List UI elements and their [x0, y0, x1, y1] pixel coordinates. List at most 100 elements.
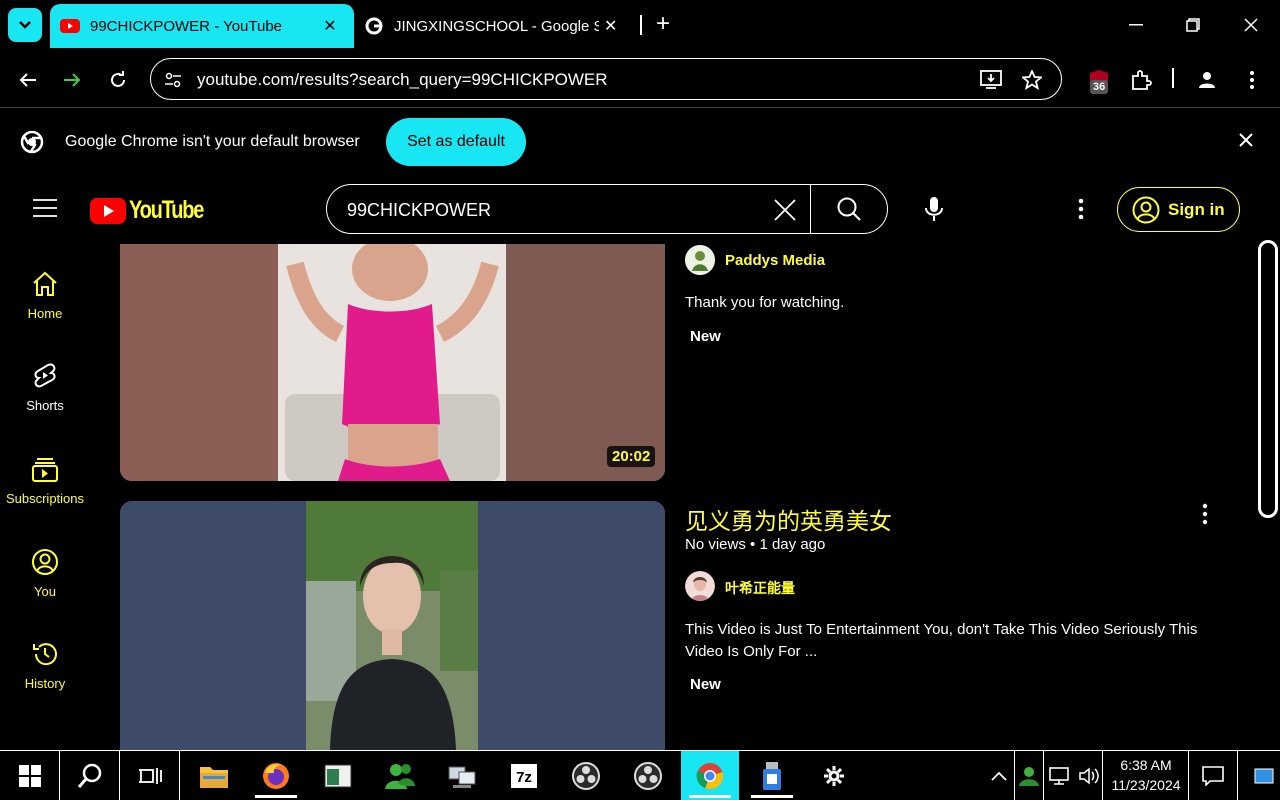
chevron-down-icon — [19, 21, 31, 29]
close-window-button[interactable] — [1231, 10, 1271, 40]
page-scrollbar-thumb[interactable] — [1258, 240, 1278, 518]
close-icon — [1239, 133, 1253, 147]
sidebar-item-subscriptions[interactable]: Subscriptions — [0, 455, 90, 506]
home-icon — [33, 271, 57, 296]
taskbar-app-usb-tool[interactable] — [743, 751, 801, 800]
close-icon — [774, 199, 796, 221]
sidebar-item-label: Home — [27, 306, 63, 321]
video-action-menu-button[interactable] — [1198, 503, 1212, 530]
tab-strip: 99CHICKPOWER - YouTube ✕ JINGXINGSCHOOL … — [0, 0, 1280, 52]
close-icon — [1244, 18, 1258, 32]
infobar-close-button[interactable] — [1238, 132, 1254, 153]
clock-time: 6:38 AM — [1120, 757, 1172, 773]
show-hidden-icons-button[interactable] — [985, 751, 1013, 800]
channel-name[interactable]: Paddys Media — [725, 252, 825, 269]
clear-search-button[interactable] — [773, 198, 797, 227]
computers-icon — [448, 766, 476, 788]
set-as-default-button[interactable]: Set as default — [386, 118, 526, 166]
sidebar-item-you[interactable]: You — [0, 548, 90, 599]
show-desktop-button[interactable] — [1248, 751, 1280, 800]
tab-google[interactable]: JINGXINGSCHOOL - Google Se ✕ — [354, 4, 634, 48]
video-thumbnail[interactable] — [120, 244, 665, 481]
restore-button[interactable] — [1173, 10, 1213, 40]
extensions-button[interactable] — [1125, 64, 1157, 96]
youtube-search-box[interactable] — [326, 184, 810, 234]
voice-search-button[interactable] — [924, 196, 944, 227]
taskbar-app-network-tool[interactable] — [433, 751, 491, 800]
reload-button[interactable] — [102, 64, 134, 96]
tab-close-button[interactable]: ✕ — [318, 14, 342, 38]
browser-toolbar: youtube.com/results?search_query=99CHICK… — [0, 52, 1280, 108]
taskbar-app-messenger[interactable] — [371, 751, 429, 800]
screen: 99CHICKPOWER - YouTube ✕ JINGXINGSCHOOL … — [0, 0, 1280, 800]
taskbar-clock[interactable]: 6:38 AM 11/23/2024 — [1104, 755, 1188, 795]
gear-icon — [824, 766, 844, 786]
taskbar-app-obs-2[interactable] — [619, 751, 677, 800]
default-browser-infobar: Google Chrome isn't your default browser — [0, 108, 1280, 176]
taskbar-app-7zip[interactable]: 7z — [495, 751, 553, 800]
user-green-icon — [1019, 767, 1039, 786]
subscriptions-icon — [32, 458, 58, 482]
firefox-icon — [263, 763, 289, 789]
desktop-preview-icon — [1254, 768, 1274, 784]
arrow-right-icon — [64, 73, 81, 87]
sidebar-item-home[interactable]: Home — [0, 270, 90, 321]
site-settings-icon[interactable] — [161, 68, 185, 92]
toolbar-separator — [1172, 68, 1174, 88]
start-button[interactable] — [0, 751, 60, 800]
profile-button[interactable] — [1191, 64, 1223, 96]
minimize-button[interactable] — [1116, 10, 1156, 40]
sign-in-button[interactable]: Sign in — [1117, 187, 1240, 232]
chrome-icon — [696, 763, 724, 790]
obs-icon — [572, 762, 600, 790]
tab-youtube[interactable]: 99CHICKPOWER - YouTube ✕ — [50, 4, 354, 48]
hamburger-icon — [33, 199, 57, 217]
task-view-button[interactable] — [120, 751, 180, 800]
sidebar-item-label: Shorts — [26, 398, 64, 413]
channel-avatar[interactable] — [685, 245, 715, 275]
bookmark-star-icon[interactable] — [1020, 68, 1044, 92]
taskbar-app-window-tool[interactable] — [309, 751, 367, 800]
usb-drive-icon — [763, 762, 781, 790]
chrome-menu-button[interactable] — [1236, 64, 1268, 96]
tab-search-button[interactable] — [8, 8, 42, 42]
back-button[interactable] — [12, 64, 44, 96]
taskbar-app-firefox[interactable] — [247, 751, 305, 800]
tab-title: 99CHICKPOWER - YouTube — [90, 17, 283, 35]
kebab-menu-icon — [1078, 198, 1084, 220]
taskbar-app-file-explorer[interactable] — [185, 751, 243, 800]
video-title[interactable]: 见义勇为的英勇美女 — [685, 502, 892, 536]
search-icon — [837, 197, 861, 221]
action-center-button[interactable] — [1188, 751, 1238, 800]
volume-button[interactable] — [1075, 751, 1103, 800]
video-thumbnail[interactable] — [120, 501, 665, 750]
forward-button[interactable] — [56, 64, 88, 96]
upload-age: 1 day ago — [759, 536, 826, 553]
taskbar-app-chrome[interactable] — [681, 751, 739, 800]
new-tab-button[interactable]: + — [650, 12, 676, 38]
sidebar-item-shorts[interactable]: Shorts — [0, 362, 90, 413]
thumbnail-image — [120, 244, 665, 481]
channel-avatar[interactable] — [685, 571, 715, 601]
minimize-icon — [1129, 24, 1143, 26]
tray-user-icon-button[interactable] — [1014, 751, 1044, 800]
youtube-logo[interactable]: YouTube — [90, 196, 222, 225]
new-badge: New — [690, 676, 721, 693]
chrome-logo-icon — [20, 130, 44, 159]
tab-separator — [640, 15, 642, 35]
taskbar-app-obs-1[interactable] — [557, 751, 615, 800]
settings-menu-button[interactable] — [1078, 198, 1084, 225]
chevron-up-icon — [991, 771, 1007, 781]
search-button[interactable] — [810, 184, 888, 234]
url-text: youtube.com/results?search_query=99CHICK… — [197, 70, 608, 89]
taskbar-app-settings[interactable] — [805, 751, 863, 800]
sidebar-item-history[interactable]: History — [0, 640, 90, 691]
taskbar-search-button[interactable] — [60, 751, 120, 800]
address-bar[interactable]: youtube.com/results?search_query=99CHICK… — [150, 58, 1062, 100]
network-status-button[interactable] — [1045, 751, 1073, 800]
install-app-icon[interactable] — [979, 68, 1003, 92]
search-input[interactable] — [347, 197, 767, 223]
tab-close-button[interactable]: ✕ — [599, 14, 622, 38]
guide-menu-button[interactable] — [32, 198, 58, 223]
channel-name[interactable]: 叶希正能量 — [725, 578, 795, 598]
